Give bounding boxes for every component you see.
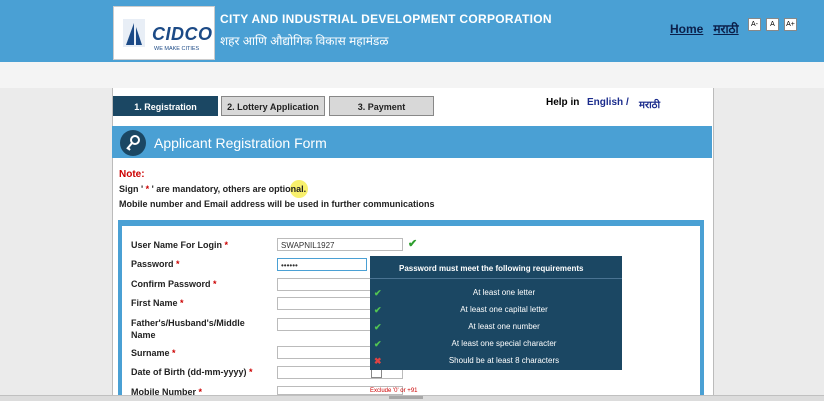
label-surname: Surname * — [131, 348, 176, 358]
font-size-normal-button[interactable]: A — [766, 18, 779, 31]
password-input[interactable]: •••••• — [277, 258, 367, 271]
label-confirm-password: Confirm Password * — [131, 279, 217, 289]
password-requirements-tooltip: Password must meet the following require… — [370, 256, 622, 370]
cross-icon: ✖ — [374, 356, 382, 366]
label-first-name: First Name * — [131, 298, 184, 308]
requirement-item: ✔ At least one special character — [370, 336, 622, 352]
note-mandatory: Sign ' * ' are mandatory, others are opt… — [119, 184, 307, 194]
marathi-link[interactable]: मराठी — [713, 22, 738, 36]
tab-payment[interactable]: 3. Payment — [329, 96, 434, 116]
username-valid-check-icon: ✔ — [408, 238, 418, 250]
help-separator: / — [626, 97, 629, 108]
font-size-increase-button[interactable]: A+ — [784, 18, 797, 31]
logo-brand: CIDCO — [152, 24, 213, 44]
logo-tagline: WE MAKE CITIES — [154, 46, 200, 52]
username-input[interactable]: SWAPNIL1927 — [277, 238, 403, 251]
check-icon: ✔ — [374, 322, 382, 332]
cidco-logo-mark-icon — [123, 19, 145, 47]
scrollbar-thumb[interactable] — [389, 396, 423, 399]
key-icon — [120, 130, 146, 156]
home-link[interactable]: Home — [670, 22, 703, 36]
requirement-item: ✔ At least one number — [370, 319, 622, 335]
requirement-item: ✖ Should be at least 8 characters — [370, 353, 622, 369]
org-name-marathi: शहर आणि औद्योगिक विकास महामंडळ — [220, 34, 389, 48]
top-links: Home मराठी — [670, 20, 739, 37]
cidco-logo[interactable]: CIDCO WE MAKE CITIES — [113, 6, 215, 60]
tab-lottery-application[interactable]: 2. Lottery Application — [221, 96, 325, 116]
tooltip-divider — [370, 278, 622, 279]
label-date-of-birth: Date of Birth (dd-mm-yyyy) * — [131, 367, 253, 377]
label-username: User Name For Login * — [131, 240, 229, 250]
mobile-hint: Exclude '0' or +91 — [370, 388, 418, 394]
font-size-decrease-button[interactable]: A- — [748, 18, 761, 31]
tab-registration[interactable]: 1. Registration — [113, 96, 218, 116]
note-communication: Mobile number and Email address will be … — [119, 199, 435, 209]
form-title: Applicant Registration Form — [154, 135, 327, 151]
help-in-label: Help in — [546, 97, 580, 108]
help-marathi-link[interactable]: मराठी — [639, 97, 660, 111]
check-icon: ✔ — [374, 339, 382, 349]
header-band — [0, 62, 824, 88]
help-english-link[interactable]: English — [587, 97, 623, 108]
requirement-item: ✔ At least one letter — [370, 285, 622, 301]
label-middle-name: Father's/Husband's/Middle Name — [131, 318, 245, 340]
label-password: Password * — [131, 259, 180, 269]
note-label: Note: — [119, 169, 145, 180]
check-icon: ✔ — [374, 305, 382, 315]
check-icon: ✔ — [374, 288, 382, 298]
requirement-item: ✔ At least one capital letter — [370, 302, 622, 318]
org-name-english: CITY AND INDUSTRIAL DEVELOPMENT CORPORAT… — [220, 12, 552, 26]
tooltip-title: Password must meet the following require… — [399, 264, 584, 273]
